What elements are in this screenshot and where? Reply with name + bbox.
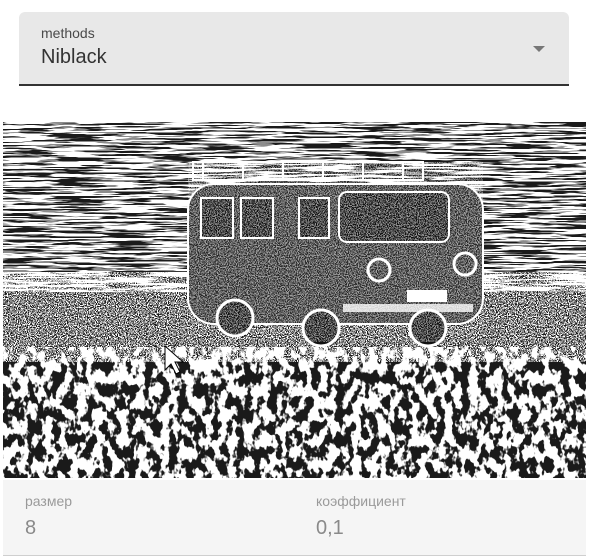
page: methods Niblack размер 8 коэффициент 0,1 <box>0 0 591 556</box>
size-field-value[interactable]: 8 <box>25 517 36 540</box>
methods-select-label: methods <box>41 25 95 41</box>
coefficient-field-label: коэффициент <box>316 493 406 509</box>
methods-select-value: Niblack <box>41 46 107 68</box>
binarized-image <box>3 122 586 478</box>
methods-select[interactable]: methods Niblack <box>19 12 569 86</box>
coefficient-field-value[interactable]: 0,1 <box>316 517 344 540</box>
dropdown-arrow-icon[interactable] <box>533 46 545 52</box>
binarized-image-canvas <box>3 122 586 478</box>
size-field-label: размер <box>25 493 73 509</box>
size-field[interactable]: размер 8 <box>3 480 293 556</box>
coefficient-field[interactable]: коэффициент 0,1 <box>293 480 586 556</box>
